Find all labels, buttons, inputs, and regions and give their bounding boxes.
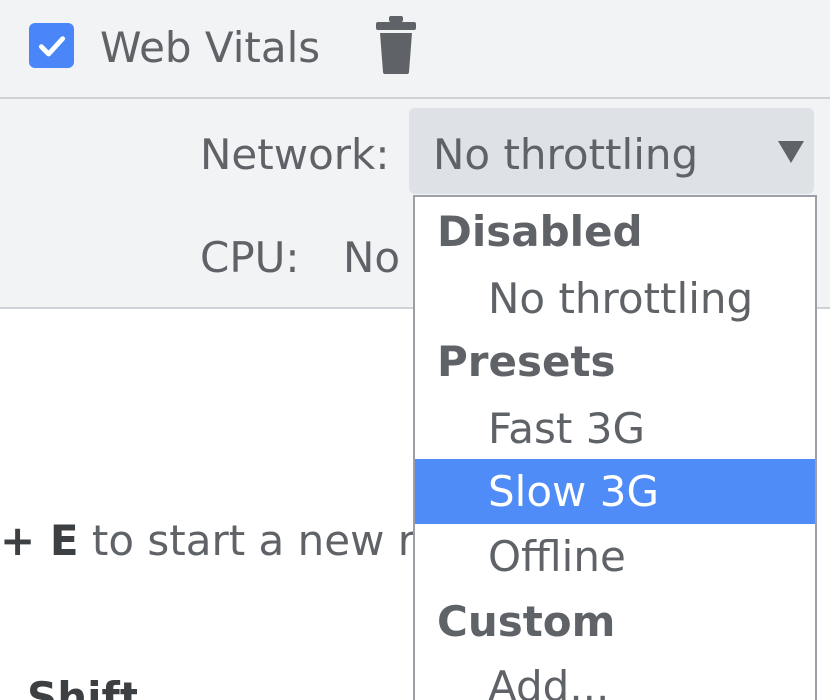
hint-text: to start a new re: [78, 516, 440, 565]
option-no-throttling[interactable]: No throttling: [415, 266, 815, 331]
performance-toolbar: Web Vitals: [0, 0, 830, 99]
group-custom-label: Custom: [437, 597, 616, 646]
option-add-custom[interactable]: Add...: [415, 654, 815, 700]
check-icon: [38, 35, 65, 56]
option-label: Offline: [488, 532, 626, 581]
option-fast-3g[interactable]: Fast 3G: [415, 396, 815, 461]
option-label: Fast 3G: [488, 404, 646, 453]
performance-panel: Web Vitals Network: No throttling CPU: N…: [0, 0, 830, 700]
option-label: Add...: [488, 662, 610, 700]
network-throttling-select[interactable]: No throttling: [409, 108, 814, 194]
group-disabled-label: Disabled: [437, 207, 643, 256]
network-select-value: No throttling: [433, 130, 699, 179]
shortcut-key: + E: [0, 516, 79, 565]
network-label: Network:: [200, 130, 390, 179]
cpu-label: CPU:: [200, 233, 300, 282]
option-label: Slow 3G: [488, 467, 659, 516]
trash-icon[interactable]: [375, 16, 417, 74]
group-presets-label: Presets: [437, 337, 616, 386]
option-label: No throttling: [488, 274, 754, 323]
option-slow-3g[interactable]: Slow 3G: [415, 459, 815, 524]
option-offline[interactable]: Offline: [415, 524, 815, 589]
secondary-hint: Shift: [27, 680, 137, 700]
web-vitals-label: Web Vitals: [100, 23, 321, 72]
chevron-down-icon: [778, 141, 804, 163]
cpu-throttling-select[interactable]: No: [343, 232, 400, 284]
web-vitals-checkbox[interactable]: [29, 23, 74, 68]
start-recording-hint: + E to start a new re: [0, 513, 440, 569]
network-throttling-dropdown: Disabled No throttling Presets Fast 3G S…: [413, 195, 817, 700]
